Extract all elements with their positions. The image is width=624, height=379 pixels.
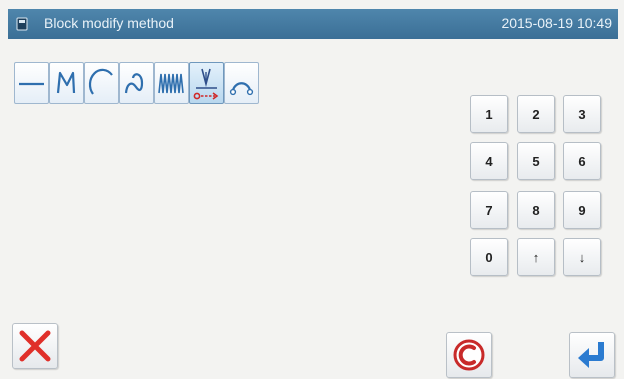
- key-9[interactable]: 9: [563, 191, 601, 229]
- key-7[interactable]: 7: [470, 191, 508, 229]
- key-4[interactable]: 4: [470, 142, 508, 180]
- page-title: Block modify method: [44, 15, 174, 31]
- key-0[interactable]: 0: [470, 238, 508, 276]
- point-arc-tool[interactable]: [224, 62, 259, 104]
- key-8[interactable]: 8: [517, 191, 555, 229]
- straight-line-icon: [19, 82, 44, 86]
- arc-tool[interactable]: [84, 62, 119, 104]
- arc-icon: [88, 68, 113, 95]
- key-3[interactable]: 3: [563, 95, 601, 133]
- zigzag-stitch-icon: [158, 73, 184, 94]
- enter-icon: [578, 342, 604, 368]
- key-up[interactable]: ↑: [517, 238, 555, 276]
- key-5[interactable]: 5: [517, 142, 555, 180]
- key-1[interactable]: 1: [470, 95, 508, 133]
- needle-feed-icon: [193, 68, 219, 100]
- title-bar: Block modify method 2015-08-19 10:49: [8, 9, 618, 39]
- curve-tool[interactable]: [119, 62, 154, 104]
- key-down[interactable]: ↓: [563, 238, 601, 276]
- polyline-tool[interactable]: [49, 62, 84, 104]
- close-icon: [19, 330, 51, 362]
- clear-button[interactable]: [446, 332, 492, 378]
- key-2[interactable]: 2: [517, 95, 555, 133]
- c-clear-icon: [453, 339, 485, 371]
- feed-point-tool[interactable]: [189, 62, 224, 104]
- datetime-display: 2015-08-19 10:49: [501, 15, 612, 31]
- curve-icon: [124, 73, 144, 94]
- line-tool[interactable]: [14, 62, 49, 104]
- point-arc-icon: [229, 82, 254, 96]
- memory-card-icon: [16, 17, 28, 31]
- confirm-button[interactable]: [569, 332, 615, 378]
- cancel-button[interactable]: [12, 323, 58, 369]
- key-6[interactable]: 6: [563, 142, 601, 180]
- polyline-icon: [56, 71, 76, 94]
- zigzag-tool[interactable]: [154, 62, 189, 104]
